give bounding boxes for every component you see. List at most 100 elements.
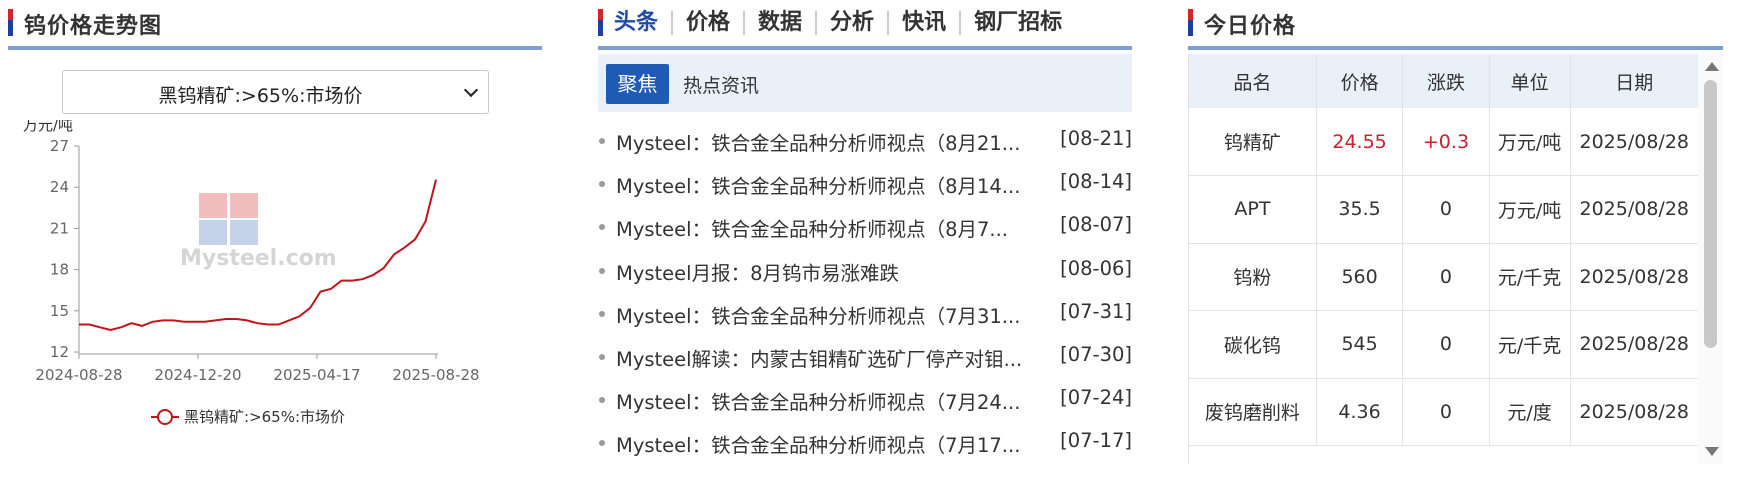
x-tick-label: 2024-08-28 — [35, 366, 122, 384]
chart-panel: 钨价格走势图 黑钨精矿:>65%:市场价 万元/吨 Mysteel.com 12… — [8, 0, 542, 484]
news-list: Mysteel：铁合金全品种分析师视点（8月21... [08-21] Myste… — [598, 118, 1132, 464]
news-date: [07-31] — [1060, 299, 1132, 323]
cell-name: 钨粉 — [1189, 243, 1317, 311]
table-row[interactable]: 废钨磨削料 4.36 0 元/度 2025/08/28 — [1189, 378, 1698, 446]
news-title-link[interactable]: Mysteel：铁合金全品种分析师视点（7月31... — [616, 300, 1020, 329]
cell-unit: 元/千克 — [1489, 243, 1571, 311]
tab-analysis[interactable]: 分析 — [815, 11, 887, 35]
list-item[interactable]: Mysteel：铁合金全品种分析师视点（7月31... [07-31] — [598, 291, 1132, 334]
price-trend-chart: 万元/吨 Mysteel.com 12 15 18 21 24 27 2024-08-28… — [23, 120, 480, 426]
list-item[interactable]: Mysteel月报：8月钨市易涨难跌 [08-06] — [598, 248, 1132, 291]
column-header: 单位 — [1489, 54, 1571, 108]
product-select[interactable]: 黑钨精矿:>65%:市场价 — [62, 70, 489, 114]
focus-button[interactable]: 聚焦 — [606, 64, 669, 104]
price-panel-title: 今日价格 — [1204, 14, 1297, 39]
column-header: 品名 — [1189, 54, 1317, 108]
y-tick-label: 15 — [50, 302, 69, 320]
svg-text:Mysteel.com: Mysteel.com — [180, 246, 337, 271]
news-date: [08-06] — [1060, 256, 1132, 280]
price-panel: 今日价格 品名 价格 涨跌 单位 日期 钨精矿 24.55 +0.3 万元/吨 — [1188, 0, 1723, 484]
news-title-link[interactable]: Mysteel：铁合金全品种分析师视点（7月24... — [616, 386, 1020, 415]
cell-date: 2025/08/28 — [1570, 378, 1698, 446]
table-row[interactable]: 钨粉 560 0 元/千克 2025/08/28 — [1189, 243, 1698, 311]
cell-change: 0 — [1402, 310, 1490, 379]
bullet-icon — [599, 181, 605, 188]
news-date: [07-24] — [1060, 386, 1132, 410]
hot-news-link[interactable]: 热点资讯 — [683, 71, 759, 98]
bullet-icon — [599, 397, 605, 404]
x-axis: 2024-08-28 2024-12-20 2025-04-17 2025-08-28 — [35, 353, 480, 384]
news-title-link[interactable]: Mysteel：铁合金全品种分析师视点（8月7... — [616, 213, 1008, 242]
cell-name: 废钨磨削料 — [1189, 378, 1317, 446]
column-header: 涨跌 — [1402, 54, 1490, 108]
cell-price: 4.36 — [1316, 378, 1404, 446]
list-item[interactable]: Mysteel：铁合金全品种分析师视点（8月14... [08-14] — [598, 161, 1132, 204]
tab-tender[interactable]: 钢厂招标 — [959, 11, 1075, 35]
header-flag-icon — [598, 9, 603, 36]
vertical-scrollbar[interactable] — [1698, 54, 1723, 464]
header-flag-icon — [8, 9, 13, 36]
news-panel-header: 头条 价格 数据 分析 快讯 钢厂招标 — [598, 0, 1132, 50]
column-header: 价格 — [1316, 54, 1404, 108]
chevron-down-icon — [463, 82, 479, 98]
news-subbar: 聚焦 热点资讯 — [598, 54, 1132, 112]
cell-change: 0 — [1402, 243, 1490, 311]
news-date: [07-17] — [1060, 429, 1132, 453]
scroll-down-arrow-icon[interactable] — [1705, 447, 1719, 456]
x-tick-label: 2025-08-28 — [392, 366, 479, 384]
y-tick-label: 21 — [50, 219, 69, 237]
news-date: [07-30] — [1060, 342, 1132, 366]
column-header: 日期 — [1570, 54, 1698, 108]
cell-price: 35.5 — [1316, 175, 1404, 244]
cell-unit: 万元/吨 — [1489, 108, 1571, 176]
bullet-icon — [599, 138, 605, 144]
price-panel-header: 今日价格 — [1188, 0, 1723, 50]
mysteel-watermark: Mysteel.com — [180, 193, 337, 271]
tab-flash[interactable]: 快讯 — [887, 11, 959, 35]
table-row[interactable]: APT 35.5 0 万元/吨 2025/08/28 — [1189, 175, 1698, 244]
bullet-icon — [599, 353, 605, 360]
product-select-value: 黑钨精矿:>65%:市场价 — [158, 85, 363, 107]
list-item[interactable]: Mysteel：铁合金全品种分析师视点（8月21... [08-21] — [598, 118, 1132, 161]
table-header-row: 品名 价格 涨跌 单位 日期 — [1189, 54, 1698, 108]
cell-price: 24.55 — [1316, 108, 1404, 176]
y-tick-label: 24 — [50, 178, 69, 196]
y-axis: 12 15 18 21 24 27 — [50, 137, 80, 361]
y-tick-label: 18 — [50, 261, 69, 279]
price-table-container[interactable]: 品名 价格 涨跌 单位 日期 钨精矿 24.55 +0.3 万元/吨 2025/… — [1188, 54, 1698, 464]
news-title-link[interactable]: Mysteel：铁合金全品种分析师视点（7月17... — [616, 429, 1020, 458]
news-date: [08-21] — [1060, 127, 1132, 150]
y-tick-label: 27 — [50, 137, 69, 155]
cell-price: 560 — [1316, 243, 1404, 311]
tab-price[interactable]: 价格 — [671, 11, 743, 35]
cell-name: 钨精矿 — [1189, 108, 1317, 176]
cell-name: 碳化钨 — [1189, 310, 1317, 379]
list-item[interactable]: Mysteel：铁合金全品种分析师视点（7月17... [07-17] — [598, 420, 1132, 463]
list-item[interactable]: Mysteel解读：内蒙古钼精矿选矿厂停产对钼... [07-30] — [598, 334, 1132, 377]
cell-change: +0.3 — [1402, 108, 1490, 176]
tab-data[interactable]: 数据 — [743, 11, 815, 35]
list-item[interactable]: Mysteel：铁合金全品种分析师视点（7月24... [07-24] — [598, 377, 1132, 420]
cell-change: 0 — [1402, 378, 1490, 446]
chart-panel-header: 钨价格走势图 — [8, 0, 542, 50]
table-row[interactable]: 钨精矿 24.55 +0.3 万元/吨 2025/08/28 — [1189, 108, 1698, 176]
cell-name: APT — [1189, 175, 1317, 244]
scroll-up-arrow-icon[interactable] — [1705, 62, 1719, 71]
news-title-link[interactable]: Mysteel：铁合金全品种分析师视点（8月14... — [616, 170, 1020, 199]
news-title-link[interactable]: Mysteel解读：内蒙古钼精矿选矿厂停产对钼... — [616, 343, 1022, 372]
legend: 黑钨精矿:>65%:市场价 — [151, 408, 345, 426]
cell-unit: 万元/吨 — [1489, 175, 1571, 244]
scrollbar-thumb[interactable] — [1704, 80, 1717, 348]
bullet-icon — [599, 440, 605, 447]
table-row[interactable]: 碳化钨 545 0 元/千克 2025/08/28 — [1189, 310, 1698, 379]
list-item[interactable]: Mysteel：铁合金全品种分析师视点（8月7... [08-07] — [598, 204, 1132, 247]
tab-headline[interactable]: 头条 — [614, 11, 671, 35]
news-panel: 头条 价格 数据 分析 快讯 钢厂招标 聚焦 热点资讯 Mysteel：铁合金全… — [598, 0, 1132, 484]
cell-price: 545 — [1316, 310, 1404, 379]
cell-date: 2025/08/28 — [1570, 310, 1698, 379]
chart-panel-title: 钨价格走势图 — [24, 14, 163, 39]
news-date: [08-07] — [1060, 213, 1132, 237]
legend-marker-icon — [157, 409, 173, 425]
news-title-link[interactable]: Mysteel：铁合金全品种分析师视点（8月21... — [616, 127, 1020, 156]
news-title-link[interactable]: Mysteel月报：8月钨市易涨难跌 — [616, 257, 899, 286]
